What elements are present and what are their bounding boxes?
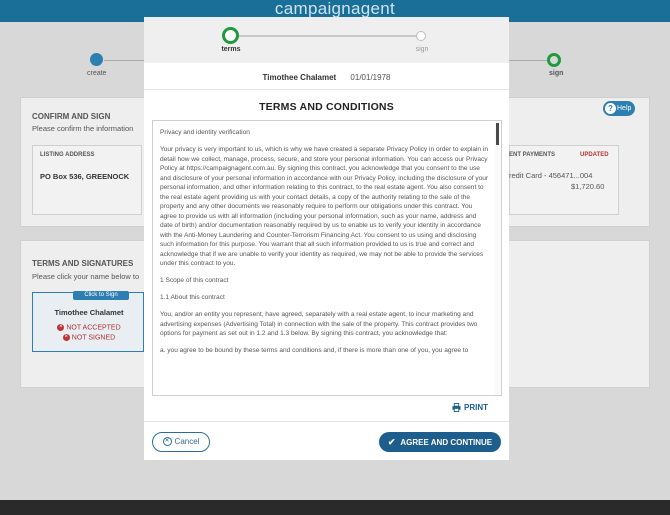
payment-card: redit Card - 456471...004 [509,171,593,180]
terms-paragraph: 1.1 About this contract [160,294,225,301]
bg-step-create-label: create [87,70,107,77]
progress-line [232,35,420,37]
bg-step-line-right [509,60,547,61]
terms-paragraph: You, and/or an entity you represent, hav… [160,311,478,337]
modal-title: TERMS AND CONDITIONS [259,101,394,113]
signer-name: Timothee Chalamet [262,73,337,82]
click-to-sign-tag[interactable]: Click to Sign [73,291,129,300]
divider [144,421,509,422]
progress-stepper: terms sign [144,17,509,63]
help-button[interactable]: ? Help [603,101,635,116]
updated-badge: UPDATED [580,152,609,158]
step-sign-label: sign [415,46,429,53]
divider [144,89,509,90]
status-not-accepted: × NOT ACCEPTED [57,324,121,332]
signatures-title: TERMS AND SIGNATURES [32,259,134,268]
agree-and-continue-button[interactable]: ✔ AGREE AND CONTINUE [379,432,501,452]
signer-dob: 01/01/1978 [350,73,391,82]
cancel-button[interactable]: ✕ Cancel [152,432,210,452]
bg-step-sign [547,53,561,67]
terms-content: Privacy and identity verification Your p… [153,121,495,363]
printer-icon [452,403,461,412]
bg-step-create [90,53,103,66]
terms-paragraph: Privacy and identity verification [160,129,250,136]
terms-paragraph: a. you agree to be bound by these terms … [160,347,469,354]
signer-card-name: Timothee Chalamet [54,308,124,317]
signer-info: Timothee Chalamet 01/01/1978 [144,73,509,82]
step-sign-dot [416,31,426,41]
scrollbar[interactable] [495,121,500,395]
brand-logo: campaignagent [274,0,396,18]
terms-modal: terms sign Timothee Chalamet 01/01/1978 … [144,17,509,460]
listing-address: PO Box 536, GREENOCK [40,172,130,181]
bg-step-sign-label: sign [549,70,564,77]
signer-card[interactable]: Click to Sign Timothee Chalamet × NOT ACC… [32,291,144,352]
step-terms-dot [222,27,239,44]
terms-scroll-area[interactable]: Privacy and identity verification Your p… [152,120,502,396]
check-icon: ✔ [387,437,396,447]
confirm-title: CONFIRM AND SIGN [32,112,111,121]
x-circle-icon: × [57,324,65,331]
terms-paragraph: 1 Scope of this contract [160,277,229,284]
status-not-signed: × NOT SIGNED [62,334,116,342]
terms-paragraph: Your privacy is very important to us, wh… [160,146,489,267]
help-icon: ? [605,103,616,114]
close-icon: ✕ [162,437,172,447]
step-terms-label: terms [221,46,241,53]
bg-step-line [104,60,144,61]
print-link[interactable]: PRINT [452,403,488,412]
signatures-subtitle: Please click your name below to [32,272,140,281]
listing-address-header: LISTING ADDRESS [40,152,95,158]
confirm-subtitle: Please confirm the information [32,124,134,133]
payments-header: ENT PAYMENTS [509,152,556,158]
x-circle-icon: × [62,334,70,341]
payment-amount: $1,720.60 [571,182,605,191]
scrollbar-thumb[interactable] [496,123,499,145]
footer-bar [0,500,670,515]
